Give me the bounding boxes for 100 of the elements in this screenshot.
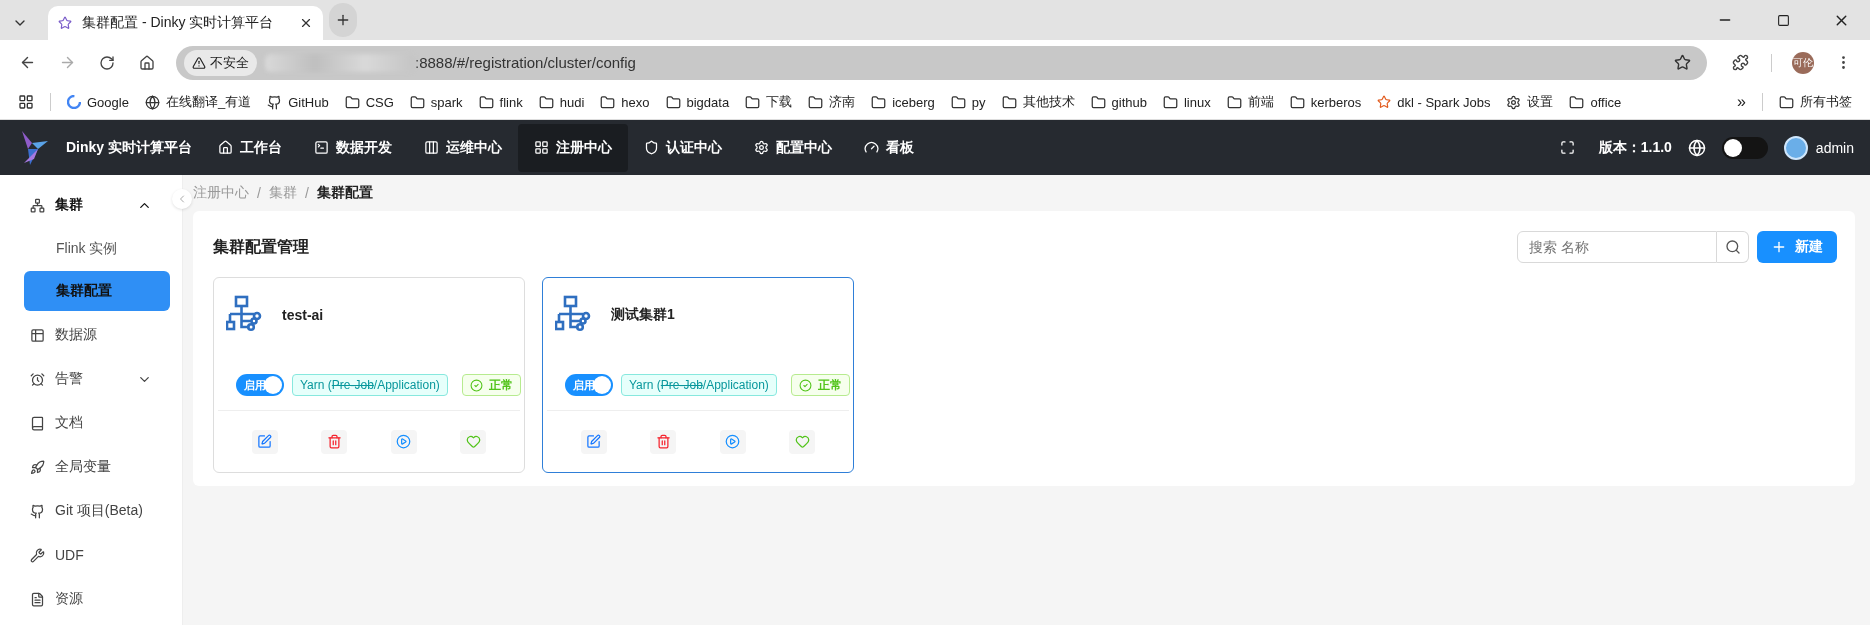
browser-tab[interactable]: 集群配置 - Dinky 实时计算平台: [48, 6, 323, 40]
new-tab-icon[interactable]: [329, 3, 357, 37]
breadcrumb-separator: /: [304, 185, 309, 201]
security-chip[interactable]: 不安全: [184, 49, 257, 76]
edit-button[interactable]: [580, 429, 607, 454]
profile-avatar: 可伦: [1792, 51, 1814, 74]
delete-button[interactable]: [321, 429, 348, 454]
sidebar-item[interactable]: 告警: [0, 357, 182, 401]
bookmark[interactable]: linux: [1154, 88, 1219, 116]
sidebar-subitem[interactable]: 集群配置: [24, 271, 170, 311]
folder-icon: [538, 94, 554, 110]
bookmark[interactable]: office: [1561, 88, 1630, 116]
address-bar[interactable]: 不安全 :8888/#/registration/cluster/config: [176, 45, 1707, 80]
google-icon: [67, 95, 81, 109]
cluster-card[interactable]: test-ai 启用 Yarn (Pre-Job/Application) 正常: [213, 277, 525, 473]
sidebar-item[interactable]: 集群: [0, 183, 182, 227]
status-text: 正常: [817, 376, 842, 394]
settings-icon: [754, 140, 769, 155]
alarm-icon: [30, 371, 45, 387]
theme-switch[interactable]: [1721, 136, 1768, 159]
nav-item[interactable]: 数据开发: [298, 123, 408, 172]
bookmark[interactable]: 其他技术: [993, 88, 1083, 116]
shield-icon: [644, 140, 659, 155]
bookmark[interactable]: 前端: [1218, 88, 1282, 116]
nav-item[interactable]: 配置中心: [738, 123, 848, 172]
run-button[interactable]: [719, 429, 746, 454]
globe-icon[interactable]: [1687, 138, 1706, 157]
panel-title: 集群配置管理: [213, 236, 309, 257]
play-icon: [396, 434, 412, 449]
cluster-card[interactable]: 测试集群1 启用 Yarn (Pre-Job/Application) 正常: [542, 277, 854, 473]
nav-item[interactable]: 注册中心: [518, 123, 628, 172]
all-bookmarks[interactable]: 所有书签: [1771, 88, 1860, 116]
bookmark[interactable]: CSG: [336, 88, 402, 116]
bookmark[interactable]: kerberos: [1281, 88, 1370, 116]
profile-button[interactable]: 可伦: [1786, 45, 1820, 80]
columns-icon: [424, 140, 439, 155]
folder-icon: [409, 94, 425, 110]
bookmark[interactable]: dkl - Spark Jobs: [1369, 88, 1499, 116]
more-bookmarks[interactable]: »: [1729, 88, 1754, 116]
globe-icon: [144, 94, 160, 110]
bookmark[interactable]: 在线翻译_有道: [136, 88, 260, 116]
sidebar-item[interactable]: Git 项目(Beta): [0, 489, 182, 533]
edit-button[interactable]: [251, 429, 278, 454]
table-icon: [30, 327, 45, 343]
bookmark[interactable]: py: [942, 88, 994, 116]
type-tag: Yarn (Pre-Job/Application): [292, 374, 448, 396]
folder-icon: [1226, 94, 1242, 110]
bookmark[interactable]: 设置: [1498, 88, 1562, 116]
bookmark[interactable]: GitHub: [259, 88, 337, 116]
breadcrumb-item: 集群配置: [316, 184, 373, 202]
delete-button[interactable]: [650, 429, 677, 454]
search-button[interactable]: [1717, 231, 1749, 263]
check-circle-icon: [469, 378, 483, 392]
sidebar-item[interactable]: 资源: [0, 577, 182, 621]
bookmark[interactable]: hudi: [530, 88, 593, 116]
close-icon[interactable]: [299, 16, 313, 30]
sidebar-item[interactable]: UDF: [0, 533, 182, 577]
bookmark[interactable]: flink: [470, 88, 531, 116]
sidebar-item[interactable]: 全局变量: [0, 445, 182, 489]
heart-icon: [794, 434, 810, 449]
bookmark[interactable]: iceberg: [863, 88, 943, 116]
folder-icon: [950, 94, 966, 110]
folder-icon: [871, 94, 887, 110]
bookmark[interactable]: spark: [401, 88, 471, 116]
home-icon: [218, 140, 233, 155]
bookmark[interactable]: bigdata: [657, 88, 738, 116]
pencil-icon: [257, 434, 273, 449]
bookmark-star-icon[interactable]: [1674, 54, 1691, 71]
trash-icon: [655, 434, 671, 449]
sidebar-item[interactable]: 数据源: [0, 313, 182, 357]
nav-item[interactable]: 认证中心: [628, 123, 738, 172]
bookmark[interactable]: 济南: [800, 88, 864, 116]
heartbeat-button[interactable]: [789, 429, 816, 454]
github-icon: [30, 503, 45, 519]
heartbeat-button[interactable]: [460, 429, 487, 454]
nav-item[interactable]: 运维中心: [408, 123, 518, 172]
check-circle-icon: [798, 378, 812, 392]
folder-icon: [1001, 94, 1017, 110]
version-text: 版本：1.1.0: [1598, 138, 1672, 157]
sidebar-subitem[interactable]: Flink 实例: [24, 229, 170, 269]
star-icon: [1377, 95, 1392, 109]
folder-icon: [745, 94, 761, 110]
bookmark[interactable]: 下载: [737, 88, 801, 116]
wrench-icon: [30, 547, 45, 563]
status-text: 正常: [488, 376, 513, 394]
trash-icon: [326, 434, 342, 449]
sidebar-item[interactable]: 文档: [0, 401, 182, 445]
gear-icon: [1506, 94, 1522, 110]
heart-icon: [465, 434, 481, 449]
plus-icon: [1771, 239, 1787, 255]
user-avatar[interactable]: [1783, 135, 1808, 160]
nav-item[interactable]: 工作台: [202, 123, 298, 172]
folder-icon: [1289, 94, 1305, 110]
bookmark[interactable]: hexo: [592, 88, 658, 116]
run-button[interactable]: [390, 429, 417, 454]
search-field[interactable]: 搜索 名称: [1517, 231, 1717, 263]
fullscreen-icon[interactable]: [1559, 140, 1575, 155]
nav-item[interactable]: 看板: [848, 123, 930, 172]
bookmark[interactable]: github: [1082, 88, 1155, 116]
bookmark[interactable]: Google: [59, 88, 137, 116]
